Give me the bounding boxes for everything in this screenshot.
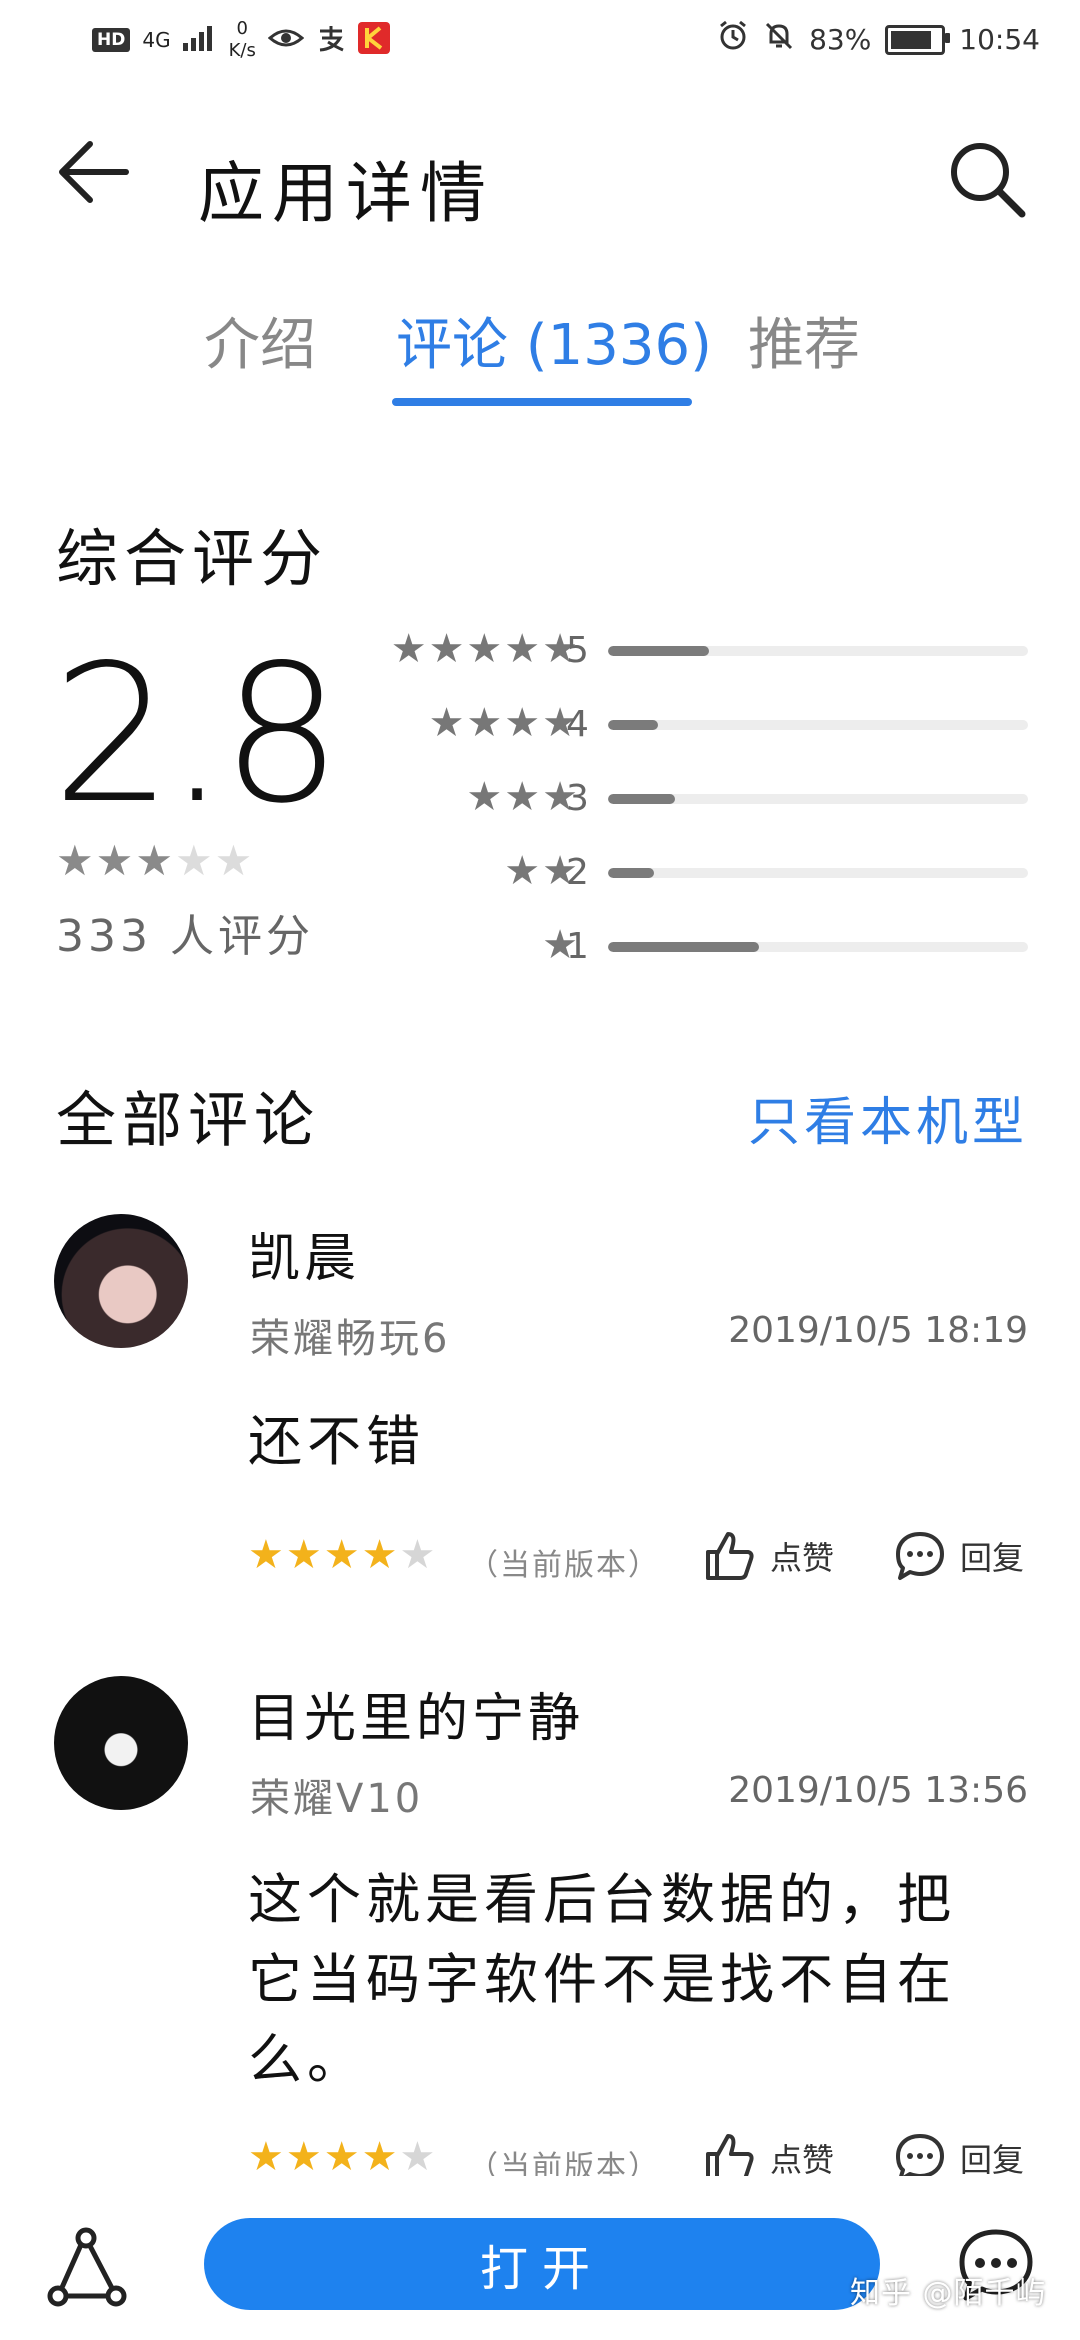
distribution-label: 4 <box>566 704 589 745</box>
tab-intro[interactable]: 介绍 <box>204 300 316 381</box>
share-button[interactable] <box>46 2226 130 2310</box>
all-reviews-title: 全部评论 <box>56 1086 320 1156</box>
arrow-left-icon <box>59 141 129 203</box>
battery-percent: 83% <box>809 23 872 56</box>
distribution-label: 2 <box>566 852 589 893</box>
review-date: 2019/10/5 18:19 <box>728 1310 1028 1351</box>
signal-icon <box>182 25 217 56</box>
overall-rating-title: 综合评分 <box>56 522 329 595</box>
comment-icon <box>896 1532 944 1580</box>
speed-unit: K/s <box>228 40 256 61</box>
average-score: 2.8 <box>52 624 342 845</box>
distribution-label: 1 <box>566 926 589 967</box>
distribution-bar-fill <box>608 868 655 878</box>
review-rating: ★★★★★ <box>248 2134 437 2180</box>
network-type: 4G <box>142 28 171 52</box>
eye-icon <box>267 26 305 55</box>
distribution-row: ★★★★★ 5 <box>340 626 1040 672</box>
reviewer-name: 目光里的宁静 <box>248 1689 585 1749</box>
like-label: 点赞 <box>770 1539 835 1577</box>
k-app-icon <box>357 21 390 59</box>
distribution-row: ★★★★ 4 <box>340 700 1040 746</box>
open-app-button[interactable]: 打开 <box>204 2218 880 2310</box>
speed-value: 0 <box>236 18 248 39</box>
distribution-stars: ★★★★ <box>428 700 580 746</box>
star-filled-icon: ★ <box>323 2134 362 2180</box>
reviewer-device: 荣耀畅玩6 <box>250 1316 451 1362</box>
clock: 10:54 <box>959 23 1040 56</box>
like-button[interactable]: 点赞 <box>704 1530 834 1582</box>
distribution-row: ★ 1 <box>340 922 1040 968</box>
status-right: 83% 10:54 <box>717 20 1040 59</box>
distribution-bar-track <box>608 868 1028 878</box>
average-stars: ★★★★★ <box>56 836 254 885</box>
star-filled-icon: ★ <box>361 2134 400 2180</box>
distribution-bar-track <box>608 720 1028 730</box>
rating-count: 333 人评分 <box>56 911 314 962</box>
distribution-bar-fill <box>608 720 659 730</box>
reply-label: 回复 <box>960 2141 1025 2179</box>
distribution-bar-fill <box>608 794 676 804</box>
distribution-label: 5 <box>566 630 589 671</box>
this-model-only-link[interactable]: 只看本机型 <box>748 1080 1028 1155</box>
page-title: 应用详情 <box>198 155 494 232</box>
distribution-bar-fill <box>608 942 760 952</box>
distribution-bar-track <box>608 794 1028 804</box>
tab-recommend[interactable]: 推荐 <box>748 300 860 381</box>
reviewer-name: 凯晨 <box>248 1229 361 1289</box>
battery-icon <box>885 24 951 55</box>
star-empty-icon: ★ <box>174 836 215 885</box>
hd-indicator: HD <box>92 28 131 52</box>
star-filled-icon: ★ <box>248 1532 286 1578</box>
distribution-bar-fill <box>608 646 709 656</box>
distribution-label: 3 <box>566 778 589 819</box>
star-filled-icon: ★ <box>285 1532 324 1578</box>
back-button[interactable] <box>56 134 132 210</box>
avatar[interactable] <box>54 1676 188 1810</box>
star-empty-icon: ★ <box>214 836 255 885</box>
distribution-stars: ★★★ <box>466 774 580 820</box>
review-date: 2019/10/5 13:56 <box>728 1770 1028 1811</box>
battery-level <box>891 30 932 49</box>
distribution-stars: ★★★★★ <box>390 626 580 672</box>
reply-label: 回复 <box>960 1539 1025 1577</box>
tab-reviews[interactable]: 评论 (1336) <box>396 300 712 381</box>
alarm-icon <box>717 20 749 59</box>
star-empty-icon: ★ <box>399 1532 438 1578</box>
share-icon <box>47 2227 127 2307</box>
reviewer-device: 荣耀V10 <box>250 1776 424 1822</box>
avatar[interactable] <box>54 1214 188 1348</box>
star-filled-icon: ★ <box>323 1532 362 1578</box>
network-speed: 0 K/s <box>229 18 256 62</box>
search-icon <box>951 143 1026 218</box>
star-filled-icon: ★ <box>56 836 96 885</box>
mute-icon <box>763 20 795 59</box>
alipay-icon <box>316 23 346 58</box>
status-bar: HD 4G 0 K/s 83% 10:54 <box>0 0 1080 84</box>
star-filled-icon: ★ <box>248 2134 286 2180</box>
distribution-bar-track <box>608 646 1028 656</box>
like-label: 点赞 <box>770 2141 835 2179</box>
status-left: HD 4G 0 K/s <box>92 18 390 62</box>
watermark: 知乎 @陌千屿 <box>850 2276 1047 2311</box>
distribution-row: ★★ 2 <box>340 848 1040 894</box>
review-text: 还不错 <box>248 1410 425 1473</box>
search-button[interactable] <box>944 136 1028 220</box>
active-tab-indicator <box>392 398 692 406</box>
review-text: 这个就是看后台数据的，把它当码字软件不是找不自在么。 <box>248 1868 956 2091</box>
review-rating: ★★★★★ <box>248 1532 437 1578</box>
version-tag: （当前版本） <box>468 1548 660 1583</box>
tab-bar: 介绍 评论 (1336) 推荐 <box>0 300 1080 410</box>
star-filled-icon: ★ <box>95 836 136 885</box>
thumbs-up-icon <box>706 1532 754 1580</box>
distribution-bar-track <box>608 942 1028 952</box>
reply-button[interactable]: 回复 <box>894 1530 1024 1582</box>
star-filled-icon: ★ <box>361 1532 400 1578</box>
star-empty-icon: ★ <box>399 2134 438 2180</box>
star-filled-icon: ★ <box>285 2134 324 2180</box>
distribution-row: ★★★ 3 <box>340 774 1040 820</box>
star-filled-icon: ★ <box>135 836 175 885</box>
